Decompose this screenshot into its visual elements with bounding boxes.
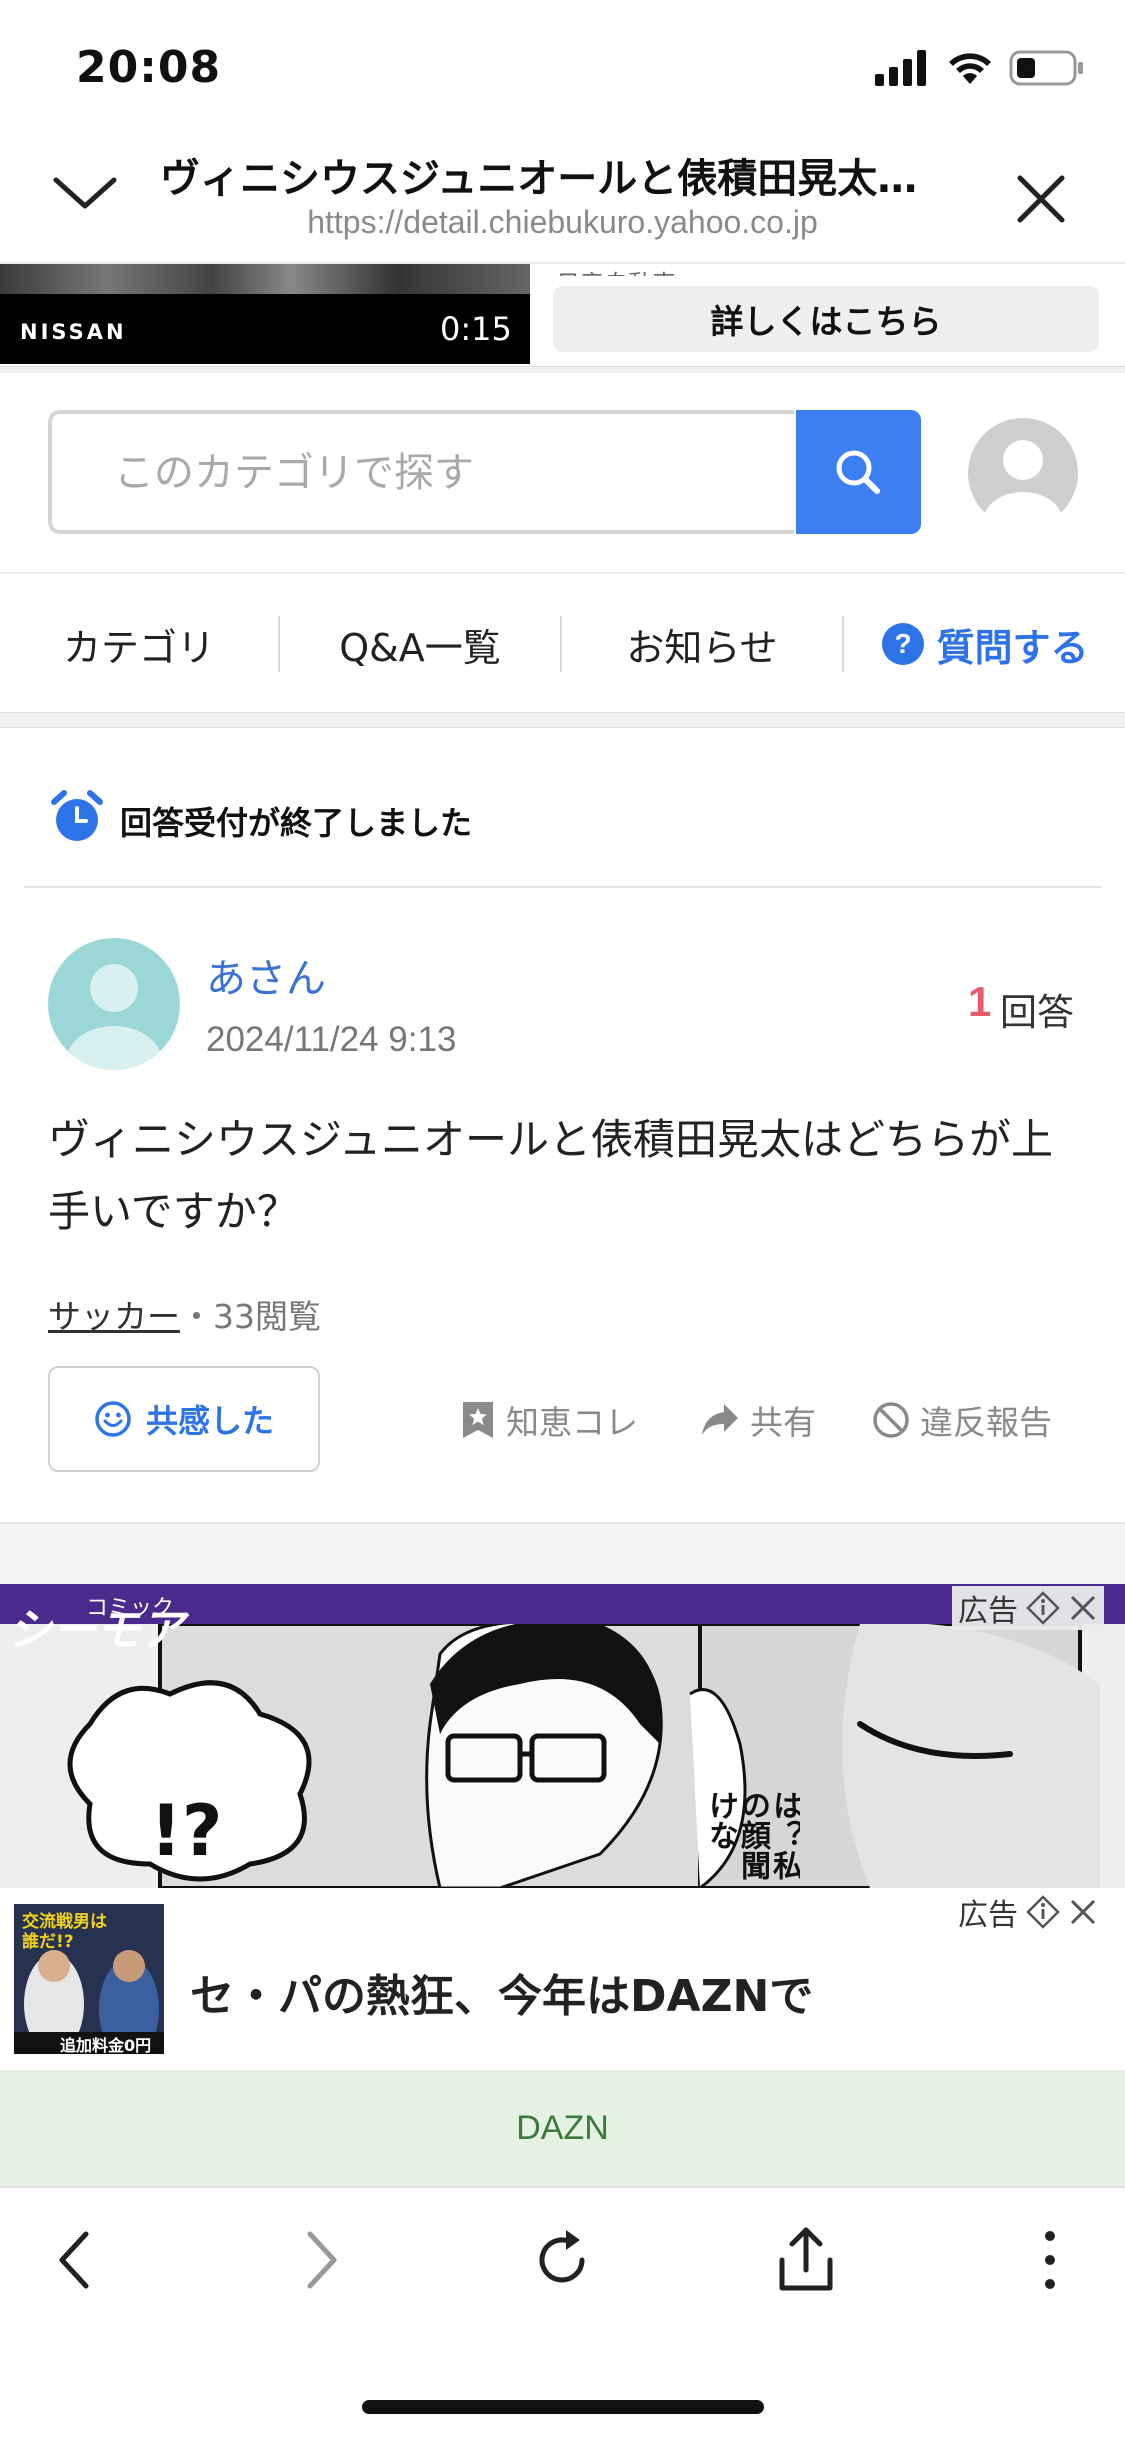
- comic-logo: シーモア: [8, 1605, 184, 1656]
- asker-name[interactable]: あさん: [206, 946, 326, 1004]
- video-ad-brand: NISSAN: [20, 320, 127, 344]
- search-icon: [836, 450, 880, 494]
- ad-label: 広告: [958, 1594, 1018, 1629]
- status-icons: [875, 48, 1085, 88]
- smile-icon: [95, 1401, 131, 1437]
- ad-info-icon: [1026, 1591, 1060, 1625]
- dazn-ad-headline[interactable]: セ・パの熱狂、今年はDAZNで: [190, 1960, 813, 2024]
- search-input[interactable]: [112, 414, 776, 532]
- share-label: 共有: [750, 1403, 816, 1442]
- search-box[interactable]: [48, 410, 794, 534]
- empathy-label: 共感した: [145, 1402, 274, 1440]
- bookmark-star-icon: [463, 1402, 493, 1438]
- asker-avatar[interactable]: [48, 938, 180, 1070]
- ad-close-icon[interactable]: [1068, 1897, 1098, 1927]
- ad-close-icon[interactable]: [1068, 1593, 1098, 1623]
- question-date: 2024/11/24 9:13: [206, 1020, 457, 1059]
- section-divider: [0, 366, 1125, 373]
- question-icon: ?: [882, 623, 925, 665]
- avatar-icon: [66, 964, 162, 1070]
- answer-label: 回答: [1000, 991, 1074, 1034]
- page-url: https://detail.chiebukuro.yahoo.co.jp: [307, 204, 818, 240]
- user-avatar[interactable]: [968, 418, 1078, 528]
- home-indicator[interactable]: [362, 2400, 764, 2414]
- report-label: 違反報告: [920, 1403, 1052, 1442]
- ask-question-button[interactable]: ? 質問する: [844, 576, 1125, 712]
- collect-button[interactable]: 知恵コレ: [460, 1396, 638, 1444]
- ad-badge[interactable]: 広告: [952, 1586, 1104, 1630]
- view-count: ・33閲覧: [180, 1297, 321, 1336]
- tab-category[interactable]: カテゴリ: [0, 576, 278, 712]
- search-button[interactable]: [796, 410, 921, 534]
- ad-details-button[interactable]: 詳しくはこちら: [553, 286, 1099, 352]
- reload-icon[interactable]: [522, 2220, 602, 2300]
- share-button[interactable]: 共有: [700, 1396, 816, 1444]
- ad-label: 広告: [958, 1898, 1018, 1933]
- dazn-thumb-footer: 追加料金0円: [60, 2036, 152, 2055]
- section-divider: [24, 886, 1101, 888]
- chevron-down-icon[interactable]: [50, 168, 120, 218]
- section-divider: [0, 1522, 1125, 1584]
- section-divider: [0, 572, 1125, 574]
- forward-icon[interactable]: [280, 2220, 360, 2300]
- avatar-icon: [983, 440, 1063, 528]
- ad-info-icon: [1026, 1895, 1060, 1929]
- category-link[interactable]: サッカー: [48, 1297, 180, 1336]
- prohibited-icon: [873, 1402, 909, 1438]
- answer-count: 1: [968, 978, 992, 1025]
- tab-qa-list[interactable]: Q&A一覧: [280, 576, 560, 712]
- cellular-signal-icon: [875, 50, 926, 86]
- report-button[interactable]: 違反報告: [872, 1396, 1052, 1444]
- ad-advertiser: 日産自動車: [556, 264, 676, 276]
- collect-label: 知恵コレ: [506, 1403, 638, 1442]
- comic-vertical-text: は？私の顔聞けな: [703, 1790, 800, 1880]
- status-time: 20:08: [76, 42, 222, 93]
- close-icon[interactable]: [1010, 168, 1072, 230]
- wifi-icon: [949, 53, 991, 84]
- tab-notices[interactable]: お知らせ: [562, 576, 842, 712]
- comic-bubble-text: !?: [150, 1790, 223, 1872]
- question-text: ヴィニシウスジュニオールと俵積田晃太はどちらが上手いですか？: [48, 1115, 1054, 1236]
- empathy-button[interactable]: 共感した: [48, 1366, 320, 1472]
- closed-notice: 回答受付が終了しました: [120, 804, 473, 842]
- ask-question-label: 質問する: [936, 625, 1089, 670]
- section-divider: [0, 712, 1125, 728]
- battery-icon: [1009, 50, 1083, 86]
- ad-badge[interactable]: 広告: [952, 1890, 1104, 1934]
- question-meta: サッカー・33閲覧: [48, 1290, 321, 1338]
- video-duration: 0:15: [440, 310, 512, 348]
- share-icon[interactable]: [766, 2220, 846, 2300]
- dazn-sponsor-button[interactable]: DAZN: [0, 2070, 1125, 2186]
- page-title: ヴィニシウスジュニオールと俵積田晃太…: [160, 156, 918, 202]
- share-arrow-icon: [702, 1404, 738, 1435]
- dazn-thumb-headline: 交流戦男は誰だ!?: [22, 1912, 107, 1952]
- svg-text:?: ?: [895, 628, 912, 659]
- more-icon[interactable]: [1010, 2220, 1090, 2300]
- alarm-clock-icon: [51, 790, 103, 841]
- back-icon[interactable]: [36, 2220, 116, 2300]
